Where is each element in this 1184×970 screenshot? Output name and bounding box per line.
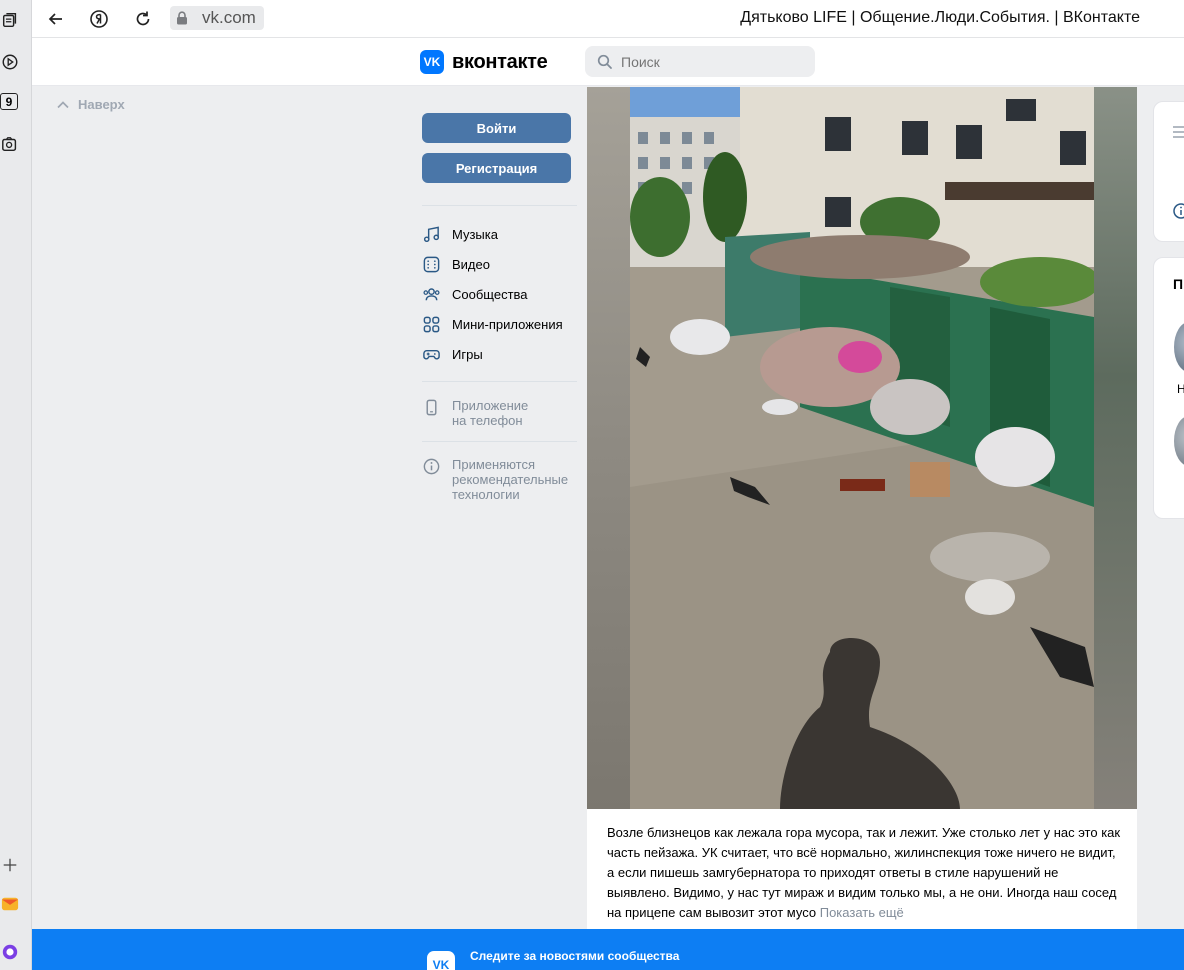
- photo-blur-right: [1094, 87, 1137, 809]
- menu-item-label: Музыка: [452, 227, 498, 242]
- search-icon: [597, 54, 612, 69]
- member-name[interactable]: Н: [1177, 382, 1184, 396]
- recs-line3: технологии: [452, 487, 520, 502]
- avatar[interactable]: [1174, 416, 1184, 466]
- menu-item-mini-apps[interactable]: Мини-приложения: [422, 315, 563, 334]
- vk-logo-text: вконтакте: [452, 50, 548, 73]
- screenshot-icon[interactable]: [0, 134, 20, 154]
- show-more-link[interactable]: Показать ещё: [820, 905, 904, 920]
- reload-icon[interactable]: [132, 8, 154, 30]
- menu-divider: [422, 441, 577, 442]
- menu-item-video[interactable]: Видео: [422, 255, 490, 274]
- vk-logo[interactable]: VK вконтакте: [420, 50, 548, 74]
- avatar[interactable]: [1174, 322, 1184, 372]
- video-icon: [423, 256, 440, 273]
- alice-assistant-icon[interactable]: [0, 942, 20, 962]
- right-info-card: [1153, 101, 1184, 242]
- menu-item-label: Игры: [452, 347, 483, 362]
- browser-toolbar: vk.com Дятьково LIFE | Общение.Люди.Собы…: [32, 0, 1184, 38]
- wall-post: Возле близнецов как лежала гора мусора, …: [587, 87, 1137, 929]
- post-photo[interactable]: [587, 87, 1137, 809]
- url-text[interactable]: vk.com: [194, 6, 264, 30]
- info-icon: [423, 458, 440, 475]
- address-bar[interactable]: vk.com: [170, 6, 264, 30]
- menu-item-label: Видео: [452, 257, 490, 272]
- menu-item-games[interactable]: Игры: [422, 345, 483, 364]
- vk-logo-icon: VK: [420, 50, 444, 74]
- phone-app-line1: Приложение: [452, 398, 529, 413]
- phone-icon: [426, 399, 437, 416]
- yandex-logo-icon[interactable]: [88, 8, 110, 30]
- info-icon: [1173, 203, 1184, 219]
- mini-apps-icon: [423, 316, 440, 333]
- members-card-title: П: [1173, 276, 1184, 292]
- right-members-card: П Н: [1153, 257, 1184, 519]
- calendar-badge-icon[interactable]: 9: [0, 93, 18, 110]
- menu-lines-icon[interactable]: [1172, 124, 1184, 140]
- music-icon: [423, 226, 440, 243]
- menu-item-label: Сообщества: [452, 287, 528, 302]
- media-play-icon[interactable]: [0, 52, 20, 72]
- menu-item-music[interactable]: Музыка: [422, 225, 498, 244]
- menu-item-recommendations-info[interactable]: Применяются рекомендательные технологии: [422, 457, 568, 502]
- login-button[interactable]: Войти: [422, 113, 571, 143]
- register-button[interactable]: Регистрация: [422, 153, 571, 183]
- browser-sidebar: 9: [0, 0, 32, 970]
- post-text: Возле близнецов как лежала гора мусора, …: [607, 823, 1122, 923]
- menu-divider: [422, 381, 577, 382]
- photo-blur-left: [587, 87, 630, 809]
- page-title: Дятьково LIFE | Общение.Люди.События. | …: [740, 9, 1140, 26]
- chevron-up-icon: [57, 100, 69, 108]
- menu-item-communities[interactable]: Сообщества: [422, 285, 528, 304]
- mail-icon[interactable]: [0, 894, 20, 914]
- back-arrow-icon[interactable]: [45, 8, 67, 30]
- games-icon: [423, 349, 440, 360]
- subscribe-banner: VK Следите за новостями сообщества: [32, 929, 1184, 970]
- collections-icon[interactable]: [0, 10, 20, 30]
- recs-line1: Применяются: [452, 457, 536, 472]
- search-box[interactable]: [585, 46, 815, 77]
- menu-divider: [422, 205, 577, 206]
- phone-app-line2: на телефон: [452, 413, 523, 428]
- banner-title: Следите за новостями сообщества: [470, 949, 680, 963]
- search-input[interactable]: [621, 53, 791, 70]
- lock-icon[interactable]: [170, 6, 194, 30]
- recs-line2: рекомендательные: [452, 472, 569, 487]
- communities-icon: [423, 288, 440, 301]
- vk-logo-icon: VK: [427, 951, 455, 970]
- scroll-up-link[interactable]: Наверх: [56, 97, 125, 112]
- vk-header: VK вконтакте: [32, 38, 1184, 86]
- add-icon[interactable]: [0, 855, 20, 875]
- menu-item-phone-app[interactable]: Приложение на телефон: [422, 398, 528, 428]
- photo-garbage-scene: [630, 87, 1100, 809]
- scroll-up-label: Наверх: [78, 97, 125, 112]
- menu-item-label: Мини-приложения: [452, 317, 563, 332]
